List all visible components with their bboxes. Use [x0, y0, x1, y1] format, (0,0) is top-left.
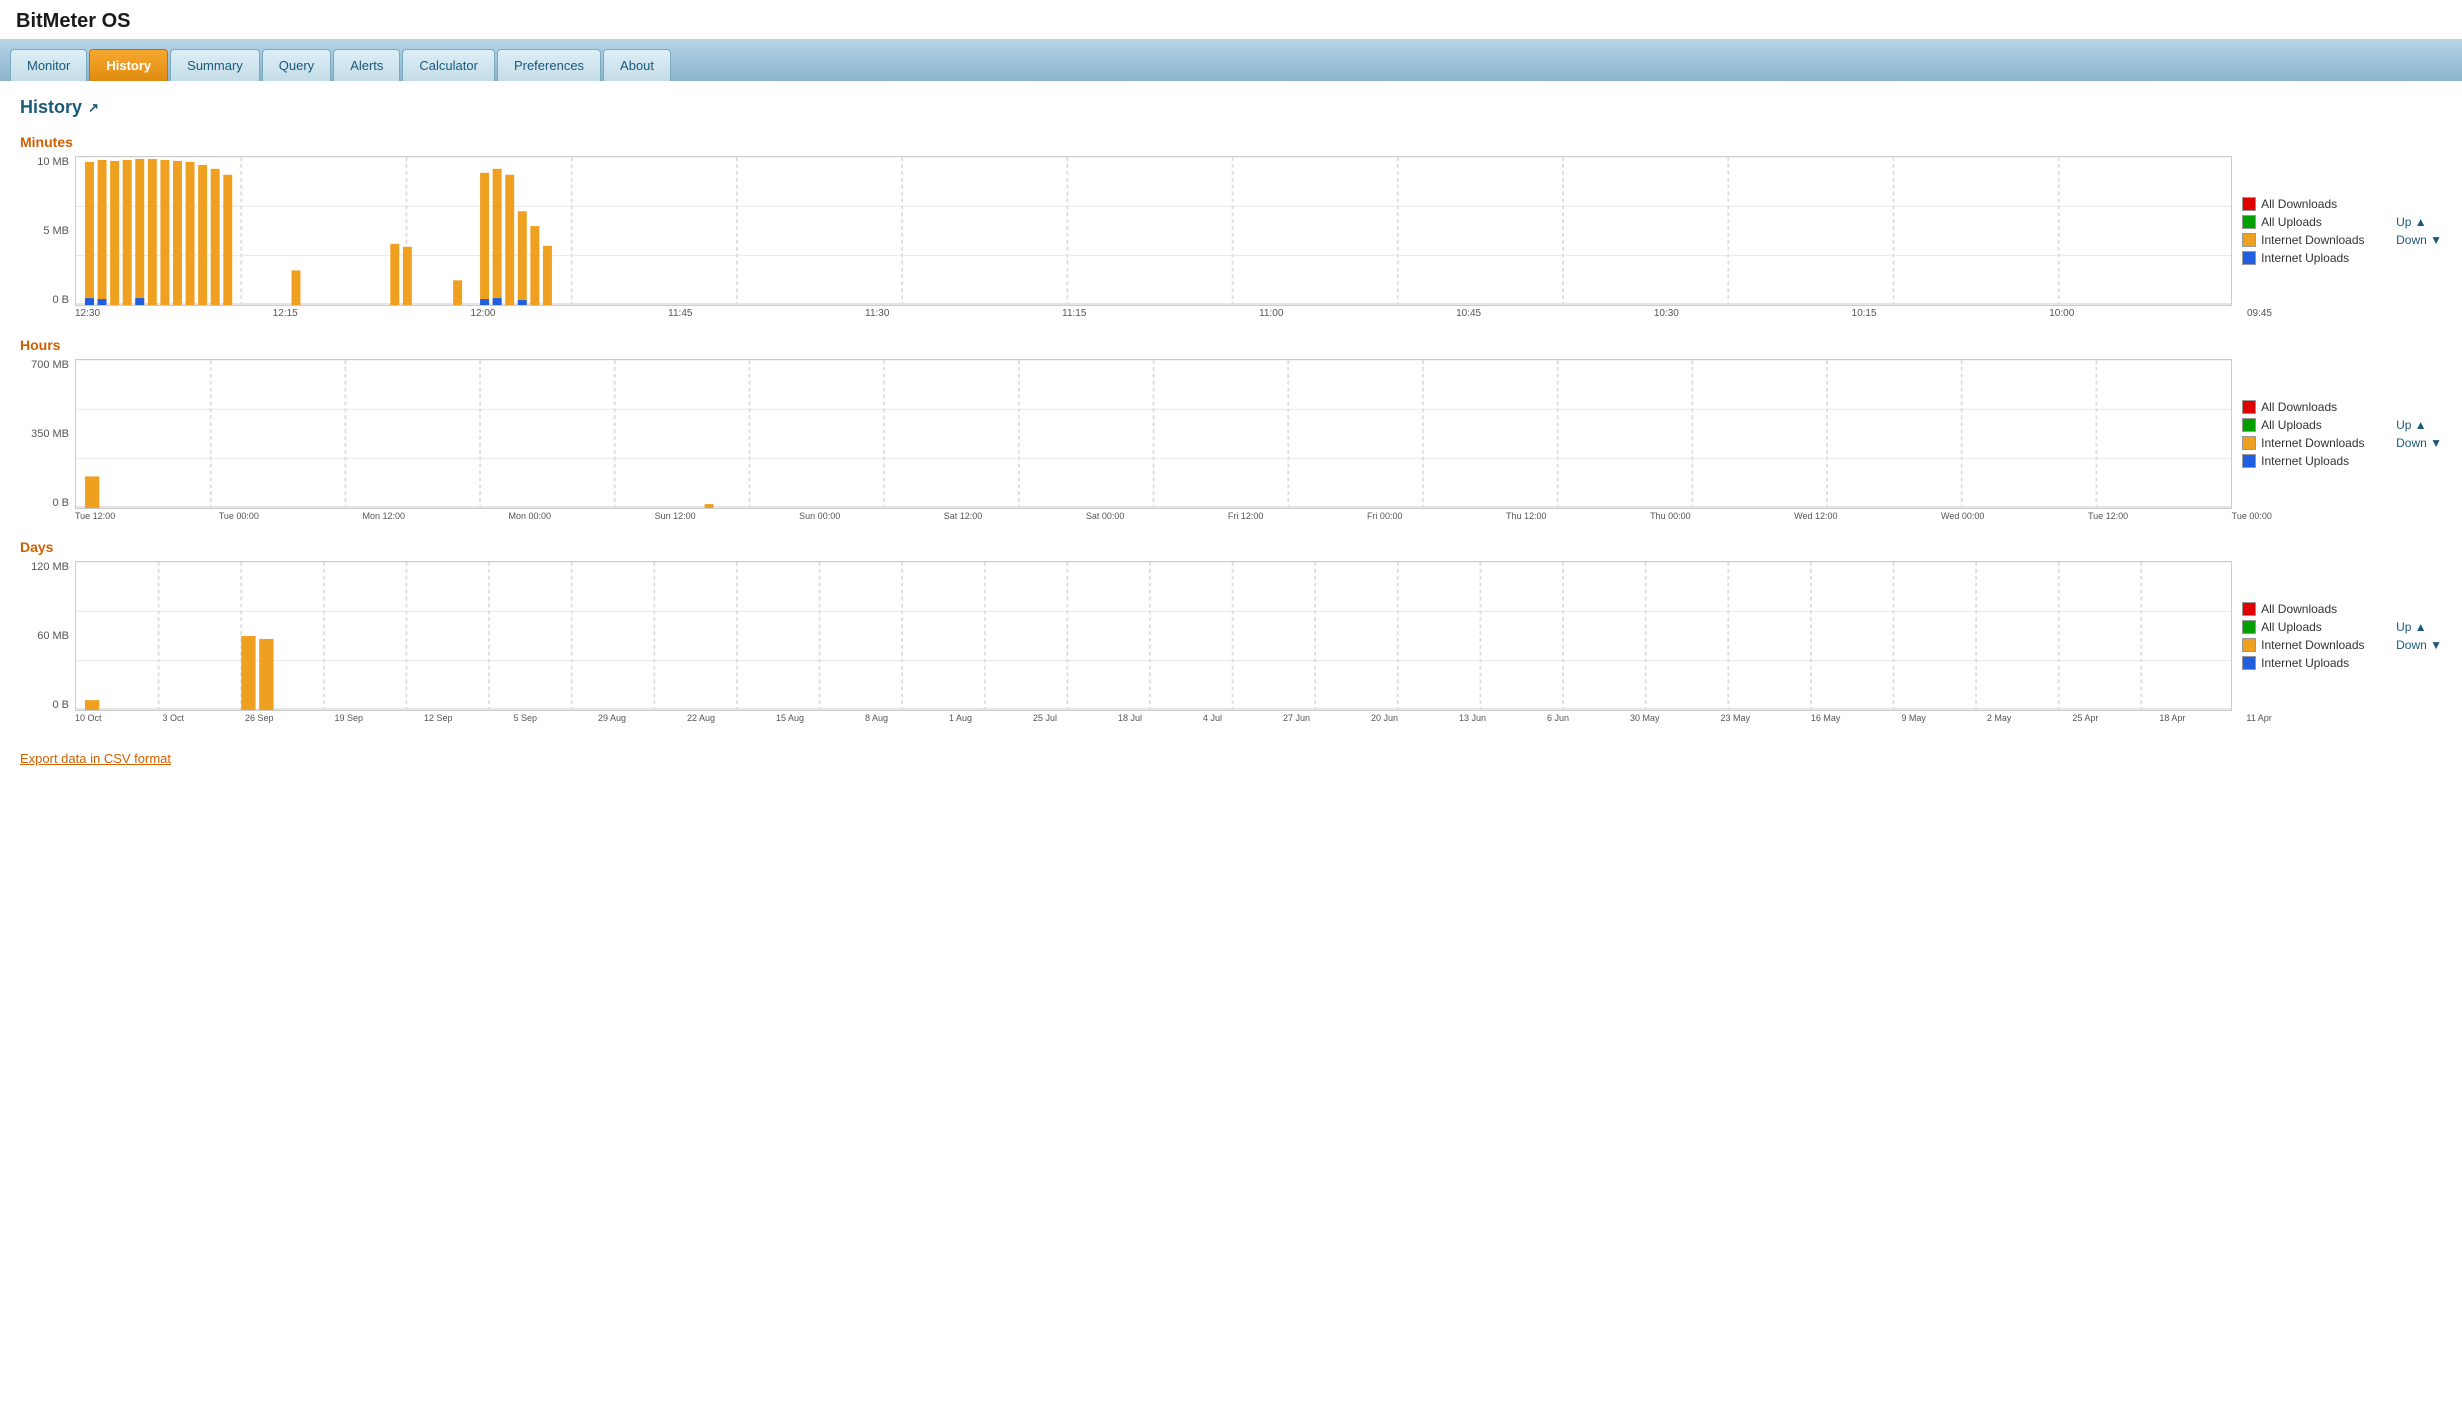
minutes-label: Minutes [20, 134, 2442, 150]
nav-tab-monitor[interactable]: Monitor [10, 49, 87, 81]
days-chart-wrapper: 120 MB 60 MB 0 B [20, 561, 2442, 723]
nav-tab-query[interactable]: Query [262, 49, 331, 81]
hours-label: Hours [20, 337, 2442, 353]
legend-all-uploads-color [2242, 215, 2256, 229]
minutes-legend: All Downloads All Uploads Internet Downl… [2232, 156, 2392, 306]
heading-text: History [20, 97, 82, 118]
hours-controls: Up ▲ Down ▼ [2392, 359, 2442, 509]
export-csv-link[interactable]: Export data in CSV format [20, 751, 171, 766]
app-title: BitMeter OS [0, 0, 2462, 39]
hours-chart-wrapper: 700 MB 350 MB 0 B [20, 359, 2442, 521]
page-content: History ↗ Minutes 10 MB 5 MB 0 B [0, 81, 2462, 782]
nav-tab-about[interactable]: About [603, 49, 671, 81]
days-controls: Up ▲ Down ▼ [2392, 561, 2442, 711]
hours-up-btn[interactable]: Up ▲ [2396, 418, 2427, 432]
heading-link-icon[interactable]: ↗ [88, 100, 99, 116]
minutes-chart-area [75, 156, 2232, 306]
days-chart-container: 120 MB 60 MB 0 B [20, 561, 2442, 723]
minutes-chart-wrapper: 10 MB 5 MB 0 B [20, 156, 2442, 319]
minutes-up-btn[interactable]: Up ▲ [2396, 215, 2427, 229]
hours-chart-area [75, 359, 2232, 509]
hours-chart-container: 700 MB 350 MB 0 B [20, 359, 2442, 521]
minutes-svg [76, 157, 2231, 305]
hours-down-btn[interactable]: Down ▼ [2396, 436, 2442, 450]
days-legend: All Downloads All Uploads Internet Downl… [2232, 561, 2392, 711]
legend-inet-downloads-color [2242, 233, 2256, 247]
minutes-y-axis: 10 MB 5 MB 0 B [20, 156, 75, 306]
hours-svg [76, 360, 2231, 508]
hours-legend: All Downloads All Uploads Internet Downl… [2232, 359, 2392, 509]
days-y-axis: 120 MB 60 MB 0 B [20, 561, 75, 711]
nav-tab-alerts[interactable]: Alerts [333, 49, 400, 81]
days-x-axis: 10 Oct 3 Oct 26 Sep 19 Sep 12 Sep 5 Sep … [75, 711, 2272, 723]
nav-tab-calculator[interactable]: Calculator [402, 49, 495, 81]
legend-all-downloads-label: All Downloads [2261, 197, 2337, 211]
legend-all-uploads-label: All Uploads [2261, 215, 2322, 229]
page-heading: History ↗ [20, 97, 2442, 118]
legend-inet-uploads-label: Internet Uploads [2261, 251, 2349, 265]
days-svg [76, 562, 2231, 710]
hours-section: Hours 700 MB 350 MB 0 B [20, 337, 2442, 521]
days-down-btn[interactable]: Down ▼ [2396, 638, 2442, 652]
days-label: Days [20, 539, 2442, 555]
legend-all-downloads-color [2242, 197, 2256, 211]
minutes-x-axis: 12:30 12:15 12:00 11:45 11:30 11:15 11:0… [75, 306, 2272, 319]
hours-y-axis: 700 MB 350 MB 0 B [20, 359, 75, 509]
nav-bar: MonitorHistorySummaryQueryAlertsCalculat… [0, 39, 2462, 81]
days-section: Days 120 MB 60 MB 0 B [20, 539, 2442, 723]
legend-inet-uploads-color [2242, 251, 2256, 265]
days-up-btn[interactable]: Up ▲ [2396, 620, 2427, 634]
hours-x-axis: Tue 12:00 Tue 00:00 Mon 12:00 Mon 00:00 … [75, 509, 2272, 521]
nav-tab-summary[interactable]: Summary [170, 49, 260, 81]
nav-tab-history[interactable]: History [89, 49, 168, 81]
minutes-chart-container: 10 MB 5 MB 0 B [20, 156, 2442, 319]
minutes-section: Minutes 10 MB 5 MB 0 B [20, 134, 2442, 319]
nav-tab-preferences[interactable]: Preferences [497, 49, 601, 81]
days-chart-area [75, 561, 2232, 711]
minutes-controls: Up ▲ Down ▼ [2392, 156, 2442, 306]
legend-inet-downloads-label: Internet Downloads [2261, 233, 2364, 247]
minutes-down-btn[interactable]: Down ▼ [2396, 233, 2442, 247]
